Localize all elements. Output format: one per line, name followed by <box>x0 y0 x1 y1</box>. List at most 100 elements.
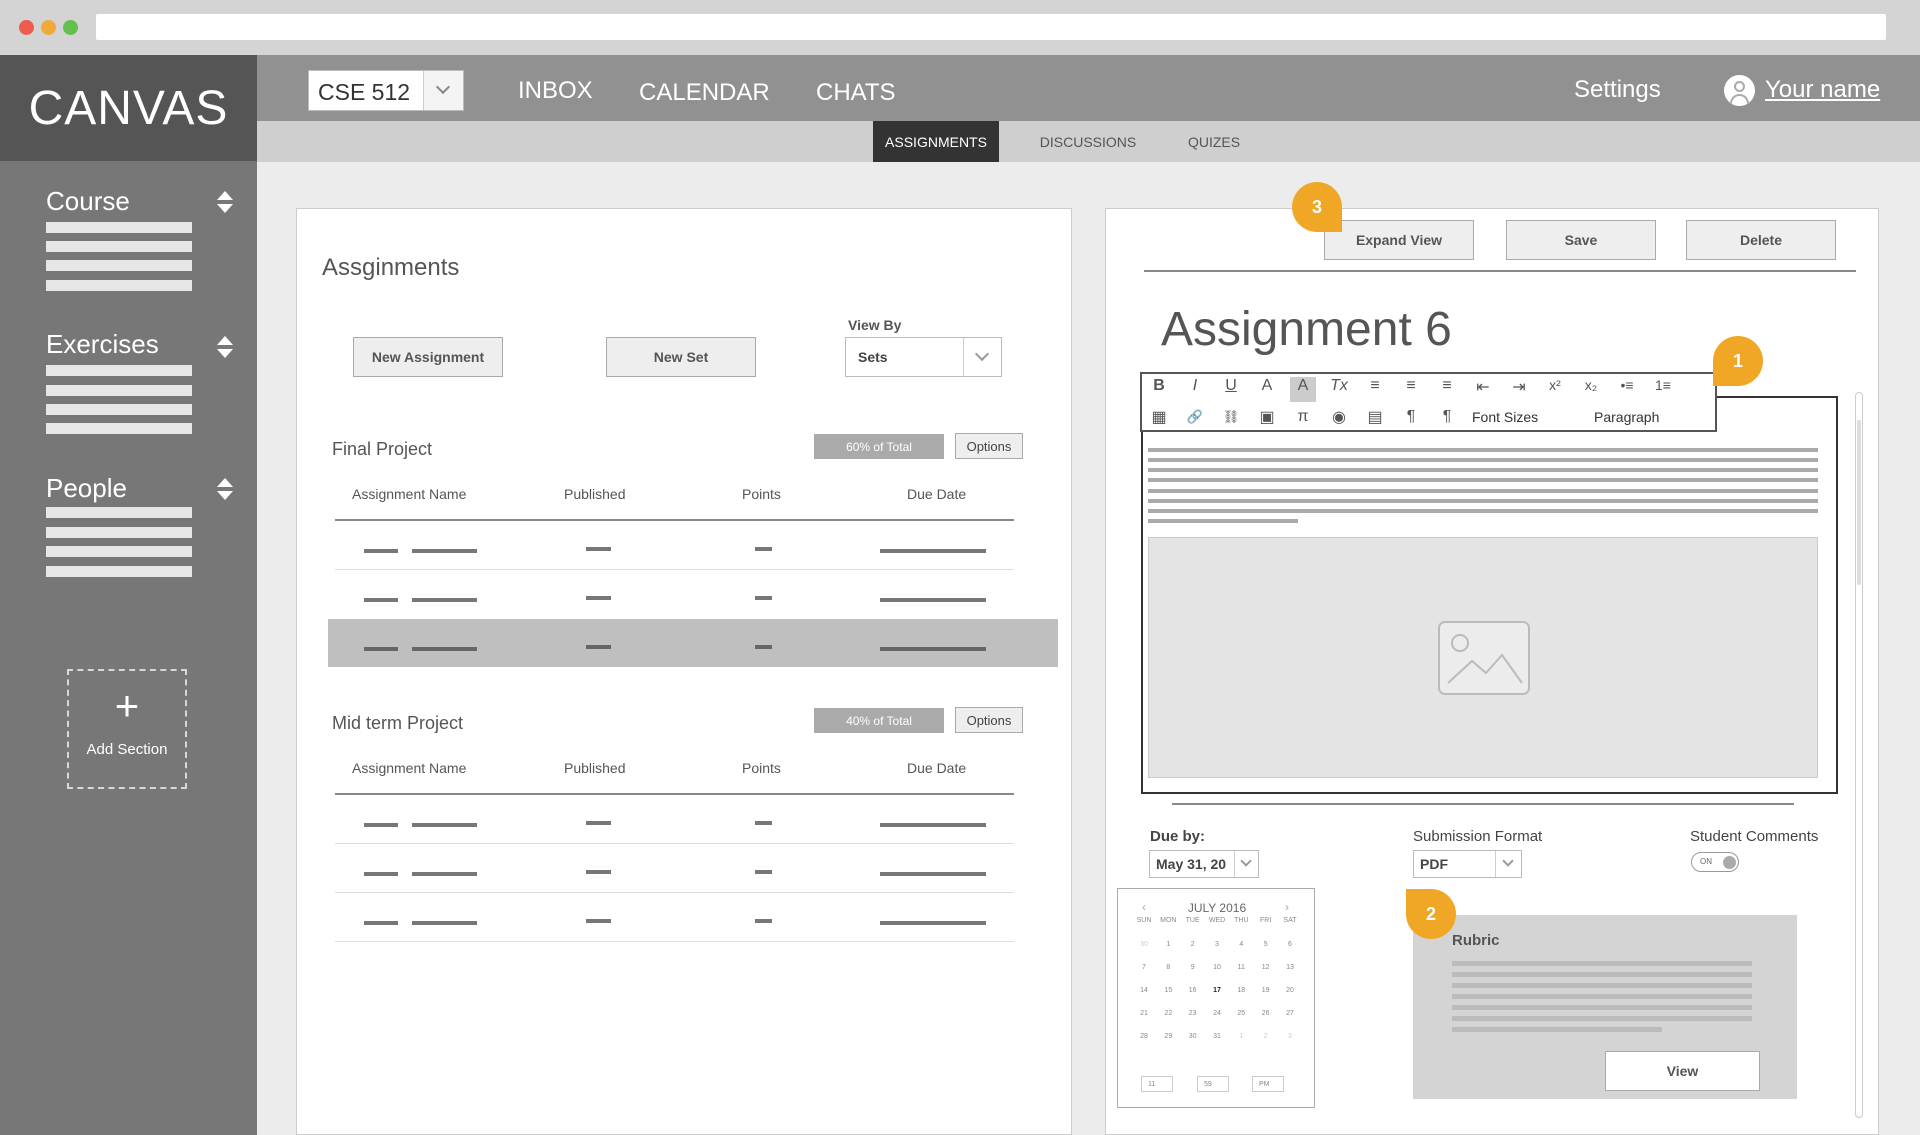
chevron-down-icon[interactable] <box>423 71 463 110</box>
table-row[interactable] <box>335 844 1014 892</box>
table-row[interactable] <box>335 893 1014 941</box>
tab-discussions[interactable]: DISCUSSIONS <box>1030 121 1146 162</box>
maximize-window-button[interactable] <box>63 20 78 35</box>
sidebar-section-exercises[interactable]: Exercises <box>46 329 159 360</box>
options-button[interactable]: Options <box>955 707 1023 733</box>
sidebar-section-people[interactable]: People <box>46 473 127 504</box>
table-row[interactable] <box>335 795 1014 843</box>
nav-calendar[interactable]: CALENDAR <box>639 79 770 107</box>
minute-stepper[interactable]: 59 <box>1197 1076 1229 1092</box>
new-assignment-button[interactable]: New Assignment <box>353 337 503 377</box>
col-assignment-name: Assignment Name <box>352 760 467 776</box>
table-row-selected[interactable] <box>328 619 1058 667</box>
sort-icon[interactable] <box>216 478 234 500</box>
user-avatar-icon[interactable] <box>1724 75 1755 106</box>
align-right-icon[interactable]: ≡ <box>1434 377 1460 402</box>
link-icon[interactable]: 🔗 <box>1182 409 1208 425</box>
numbered-list-icon[interactable]: 1≡ <box>1650 377 1676 402</box>
italic-icon[interactable]: I <box>1182 377 1208 402</box>
paragraph-select[interactable]: Paragraph <box>1594 409 1694 425</box>
student-comments-toggle[interactable]: ON <box>1691 852 1739 872</box>
calendar-week[interactable]: 7 8 9 10 11 12 13 <box>1133 964 1301 971</box>
background-color-icon[interactable]: A <box>1290 377 1316 402</box>
text-line <box>1148 478 1818 482</box>
table-row[interactable] <box>335 521 1014 569</box>
submission-format-select[interactable]: PDF <box>1413 850 1522 878</box>
nav-settings[interactable]: Settings <box>1574 76 1661 104</box>
text-line <box>1148 448 1818 452</box>
calendar-week[interactable]: 28 29 30 31 1 2 3 <box>1133 1033 1301 1040</box>
next-month-icon[interactable]: › <box>1285 900 1289 914</box>
text-color-icon[interactable]: A <box>1254 377 1280 402</box>
chevron-down-icon[interactable] <box>1495 851 1521 877</box>
close-window-button[interactable] <box>19 20 34 35</box>
toolbar-row-1: B I U A A Tx ≡ ≡ ≡ ⇤ ⇥ x² x₂ •≡ 1≡ <box>1146 377 1712 402</box>
font-sizes-select[interactable]: Font Sizes <box>1472 409 1582 425</box>
rubric-view-button[interactable]: View <box>1605 1051 1760 1091</box>
due-date-select[interactable]: May 31, 20 <box>1149 850 1259 878</box>
address-bar[interactable] <box>96 14 1886 40</box>
scrollbar-thumb[interactable] <box>1857 420 1861 585</box>
subscript-icon[interactable]: x₂ <box>1578 377 1604 402</box>
underline-icon[interactable]: U <box>1218 377 1244 402</box>
superscript-icon[interactable]: x² <box>1542 377 1568 402</box>
table-icon[interactable]: ▦ <box>1146 407 1172 427</box>
add-section-button[interactable]: + Add Section <box>67 669 187 789</box>
col-assignment-name: Assignment Name <box>352 486 467 502</box>
weekday-row: SUN MON TUE WED THU FRI SAT <box>1136 917 1297 924</box>
unlink-icon[interactable]: ⛓ <box>1218 409 1244 425</box>
text-line <box>1148 509 1818 513</box>
media-icon[interactable]: ◉ <box>1326 407 1352 427</box>
nav-chats[interactable]: CHATS <box>816 79 896 107</box>
rtl-icon[interactable]: ¶ <box>1434 408 1460 426</box>
submission-format-label: Submission Format <box>1413 828 1543 845</box>
align-left-icon[interactable]: ≡ <box>1362 377 1388 402</box>
options-button[interactable]: Options <box>955 433 1023 459</box>
image-icon[interactable]: ▣ <box>1254 407 1280 427</box>
delete-button[interactable]: Delete <box>1686 220 1836 260</box>
rubric-line <box>1452 983 1752 988</box>
col-points: Points <box>742 486 781 502</box>
new-set-button[interactable]: New Set <box>606 337 756 377</box>
sidebar-section-course[interactable]: Course <box>46 186 130 217</box>
bold-icon[interactable]: B <box>1146 377 1172 402</box>
placeholder-line <box>46 385 192 396</box>
rubric-title: Rubric <box>1452 932 1500 949</box>
indent-icon[interactable]: ⇥ <box>1506 377 1532 402</box>
nav-inbox[interactable]: INBOX <box>518 77 593 105</box>
chevron-down-icon[interactable] <box>963 338 1001 376</box>
calendar-week[interactable]: 21 22 23 24 25 26 27 <box>1133 1010 1301 1017</box>
percent-badge: 40% of Total <box>814 708 944 733</box>
ampm-stepper[interactable]: PM <box>1252 1076 1284 1092</box>
placeholder-line <box>46 546 192 557</box>
placeholder-line <box>46 241 192 252</box>
tab-quizes[interactable]: QUIZES <box>1178 121 1250 162</box>
minimize-window-button[interactable] <box>41 20 56 35</box>
expand-view-button[interactable]: Expand View <box>1324 220 1474 260</box>
user-name-link[interactable]: Your name <box>1765 76 1880 104</box>
ltr-icon[interactable]: ¶ <box>1398 408 1424 426</box>
video-icon[interactable]: ▤ <box>1362 407 1388 427</box>
sort-icon[interactable] <box>216 191 234 213</box>
math-icon[interactable]: π <box>1290 408 1316 426</box>
placeholder-line <box>46 260 192 271</box>
save-button[interactable]: Save <box>1506 220 1656 260</box>
align-center-icon[interactable]: ≡ <box>1398 377 1424 402</box>
view-by-value: Sets <box>858 349 888 365</box>
table-row[interactable] <box>335 570 1014 618</box>
sort-icon[interactable] <box>216 336 234 358</box>
chevron-down-icon[interactable] <box>1234 851 1258 877</box>
view-by-select[interactable]: Sets <box>845 337 1002 377</box>
hour-stepper[interactable]: 11 <box>1141 1076 1173 1092</box>
clear-format-icon[interactable]: Tx <box>1326 377 1352 402</box>
plus-icon: + <box>114 682 140 729</box>
placeholder-line <box>46 280 192 291</box>
tab-assignments[interactable]: ASSIGNMENTS <box>873 121 999 162</box>
course-select[interactable]: CSE 512 <box>308 70 464 111</box>
calendar-week[interactable]: 30 1 2 3 4 5 6 <box>1133 941 1301 948</box>
rubric-line <box>1452 1005 1752 1010</box>
group-title-final-project: Final Project <box>332 439 433 459</box>
bullet-list-icon[interactable]: •≡ <box>1614 377 1640 402</box>
calendar-week[interactable]: 14 15 16 17 18 19 20 <box>1133 987 1301 994</box>
outdent-icon[interactable]: ⇤ <box>1470 377 1496 402</box>
